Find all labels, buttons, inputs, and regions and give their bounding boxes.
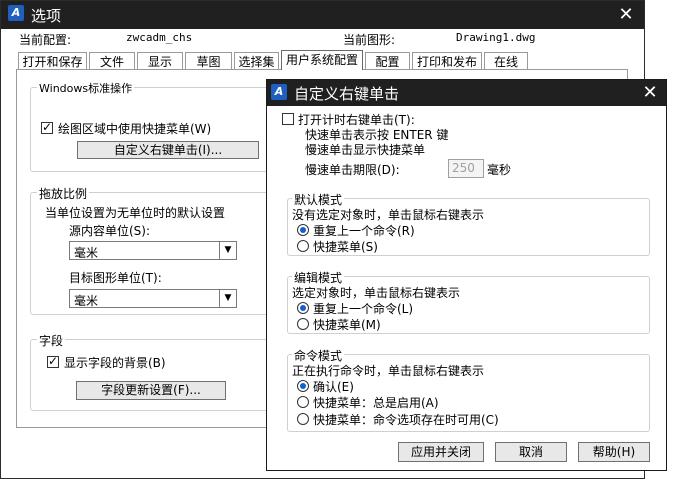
tab-display[interactable]: 显示 xyxy=(137,52,183,70)
command-mode-subtitle: 正在执行命令时，单击鼠标右键表示 xyxy=(292,364,485,378)
default-repeat-radio[interactable] xyxy=(297,224,309,236)
fields-group xyxy=(30,339,270,411)
help-button[interactable]: 帮助(H) xyxy=(578,442,650,462)
close-icon[interactable]: ✕ xyxy=(636,80,664,106)
dialog-titlebar: A 自定义右键单击 ✕ xyxy=(267,80,666,106)
command-shortcut-always-label: 快捷菜单：总是启用(A) xyxy=(313,396,439,410)
tab-plot-publish[interactable]: 打印和发布 xyxy=(412,52,482,70)
target-units-select[interactable]: 毫米 ▼ xyxy=(69,289,237,308)
custom-right-click-dialog: A 自定义右键单击 ✕ 打开计时右键单击(T): 快速单击表示按 ENTER 键… xyxy=(266,79,667,471)
field-background-label: 显示字段的背景(B) xyxy=(64,356,166,370)
current-drawing-value: Drawing1.dwg xyxy=(456,31,536,44)
dialog-title: 自定义右键单击 xyxy=(294,85,400,103)
command-confirm-radio[interactable] xyxy=(297,380,309,392)
tab-online[interactable]: 在线 xyxy=(484,52,528,70)
command-shortcut-always-radio[interactable] xyxy=(297,396,309,408)
shortcut-menu-checkbox[interactable] xyxy=(41,120,53,134)
command-shortcut-options-label: 快捷菜单：命令选项存在时可用(C) xyxy=(313,413,499,427)
edit-mode-subtitle: 选定对象时，单击鼠标右键表示 xyxy=(292,286,461,300)
windows-ops-title: Windows标准操作 xyxy=(37,80,135,96)
cancel-button[interactable]: 取消 xyxy=(495,442,567,462)
edit-repeat-label: 重复上一个命令(L) xyxy=(313,302,414,316)
chevron-down-icon: ▼ xyxy=(219,290,236,307)
slow-duration-input[interactable]: 250 xyxy=(448,159,484,178)
default-mode-subtitle: 没有选定对象时，单击鼠标右键表示 xyxy=(292,208,485,222)
tab-open-save[interactable]: 打开和保存 xyxy=(18,52,87,70)
tab-drafting[interactable]: 草图 xyxy=(185,52,232,70)
chevron-down-icon: ▼ xyxy=(219,242,236,259)
field-update-settings-button[interactable]: 字段更新设置(F)... xyxy=(76,381,226,400)
current-profile-value: zwcadm_chs xyxy=(126,31,193,44)
slow-duration-label: 慢速单击期限(D): xyxy=(305,163,400,177)
drag-scale-title: 拖放比例 xyxy=(37,185,90,202)
close-icon[interactable]: ✕ xyxy=(612,1,640,29)
timer-right-click-checkbox[interactable] xyxy=(282,113,294,125)
target-units-label: 目标图形单位(T): xyxy=(69,271,162,285)
zwcad-logo-icon: A xyxy=(8,5,24,21)
default-shortcut-label: 快捷菜单(S) xyxy=(313,240,378,254)
command-shortcut-options-radio[interactable] xyxy=(297,413,309,425)
apply-close-button[interactable]: 应用并关闭 xyxy=(398,442,484,462)
tab-selection[interactable]: 选择集 xyxy=(234,52,279,70)
tab-user-preferences[interactable]: 用户系统配置 xyxy=(281,50,363,70)
tab-profiles[interactable]: 配置 xyxy=(365,52,410,70)
edit-shortcut-label: 快捷菜单(M) xyxy=(313,318,381,332)
shortcut-menu-label: 绘图区域中使用快捷菜单(W) xyxy=(58,122,212,136)
custom-right-click-button[interactable]: 自定义右键单击(I)... xyxy=(77,141,259,159)
tab-files[interactable]: 文件 xyxy=(89,52,135,70)
options-titlebar: A 选项 ✕ xyxy=(1,1,644,29)
default-shortcut-radio[interactable] xyxy=(297,240,309,252)
zwcad-logo-icon: A xyxy=(271,84,287,100)
edit-repeat-radio[interactable] xyxy=(297,302,309,314)
source-units-value: 毫米 xyxy=(74,246,99,260)
source-units-label: 源内容单位(S): xyxy=(69,224,151,238)
source-units-select[interactable]: 毫米 ▼ xyxy=(69,241,237,260)
default-repeat-label: 重复上一个命令(R) xyxy=(313,224,415,238)
field-background-checkbox[interactable] xyxy=(47,354,59,368)
command-confirm-label: 确认(E) xyxy=(313,380,354,394)
edit-shortcut-radio[interactable] xyxy=(297,318,309,330)
current-profile-label: 当前配置: xyxy=(19,33,72,47)
drag-scale-subtitle: 当单位设置为无单位时的默认设置 xyxy=(45,206,226,220)
current-drawing-label: 当前图形: xyxy=(343,33,396,47)
fields-title: 字段 xyxy=(37,332,66,349)
slow-duration-unit: 毫秒 xyxy=(487,163,512,177)
target-units-value: 毫米 xyxy=(74,294,99,308)
options-title: 选项 xyxy=(31,7,62,25)
slow-click-text: 慢速单击显示快捷菜单 xyxy=(305,143,426,157)
